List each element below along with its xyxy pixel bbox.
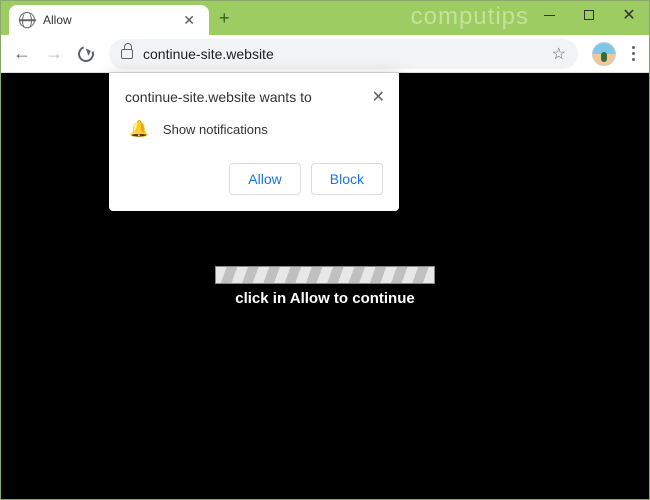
permission-label: Show notifications (163, 122, 268, 137)
page-content: ✕ continue-site.website wants to 🔔 Show … (1, 73, 649, 499)
lock-icon (121, 49, 133, 59)
profile-avatar[interactable] (592, 42, 616, 66)
maximize-icon (584, 10, 594, 20)
reload-icon (75, 43, 96, 64)
tab-close-button[interactable]: ✕ (179, 12, 199, 29)
reload-button[interactable] (71, 39, 101, 69)
block-button[interactable]: Block (311, 163, 383, 195)
close-window-button[interactable]: ✕ (609, 1, 649, 29)
arrow-left-icon: ← (13, 43, 31, 64)
bell-icon: 🔔 (129, 119, 149, 139)
forward-button[interactable]: → (39, 39, 69, 69)
maximize-button[interactable] (569, 1, 609, 29)
permission-buttons: Allow Block (125, 163, 383, 195)
minimize-button[interactable] (529, 1, 569, 29)
browser-tab[interactable]: Allow ✕ (9, 5, 209, 35)
window-titlebar: computips Allow ✕ + ✕ (1, 1, 649, 35)
arrow-right-icon: → (45, 43, 63, 64)
new-tab-button[interactable]: + (209, 4, 240, 33)
window-controls: ✕ (529, 1, 649, 29)
menu-button[interactable] (624, 46, 643, 61)
watermark-text: computips (411, 3, 529, 31)
permission-item: 🔔 Show notifications (125, 119, 383, 139)
tab-title: Allow (43, 13, 179, 27)
permission-popup: ✕ continue-site.website wants to 🔔 Show … (109, 73, 399, 211)
allow-button[interactable]: Allow (229, 163, 300, 195)
msg-prefix: click in (235, 290, 289, 307)
minimize-icon (544, 15, 555, 16)
url-text: continue-site.website (143, 46, 552, 62)
close-icon: ✕ (622, 5, 635, 25)
msg-bold: Allow (290, 290, 330, 307)
browser-toolbar: ← → continue-site.website ☆ (1, 35, 649, 73)
globe-icon (19, 12, 35, 28)
bookmark-star-icon[interactable]: ☆ (552, 44, 566, 64)
back-button[interactable]: ← (7, 39, 37, 69)
popup-close-button[interactable]: ✕ (372, 87, 385, 107)
fake-progress-bar (215, 266, 435, 284)
msg-suffix: to continue (330, 290, 415, 307)
page-instruction-text: click in Allow to continue (235, 290, 414, 307)
address-bar[interactable]: continue-site.website ☆ (109, 39, 578, 69)
permission-header: continue-site.website wants to (125, 89, 383, 105)
